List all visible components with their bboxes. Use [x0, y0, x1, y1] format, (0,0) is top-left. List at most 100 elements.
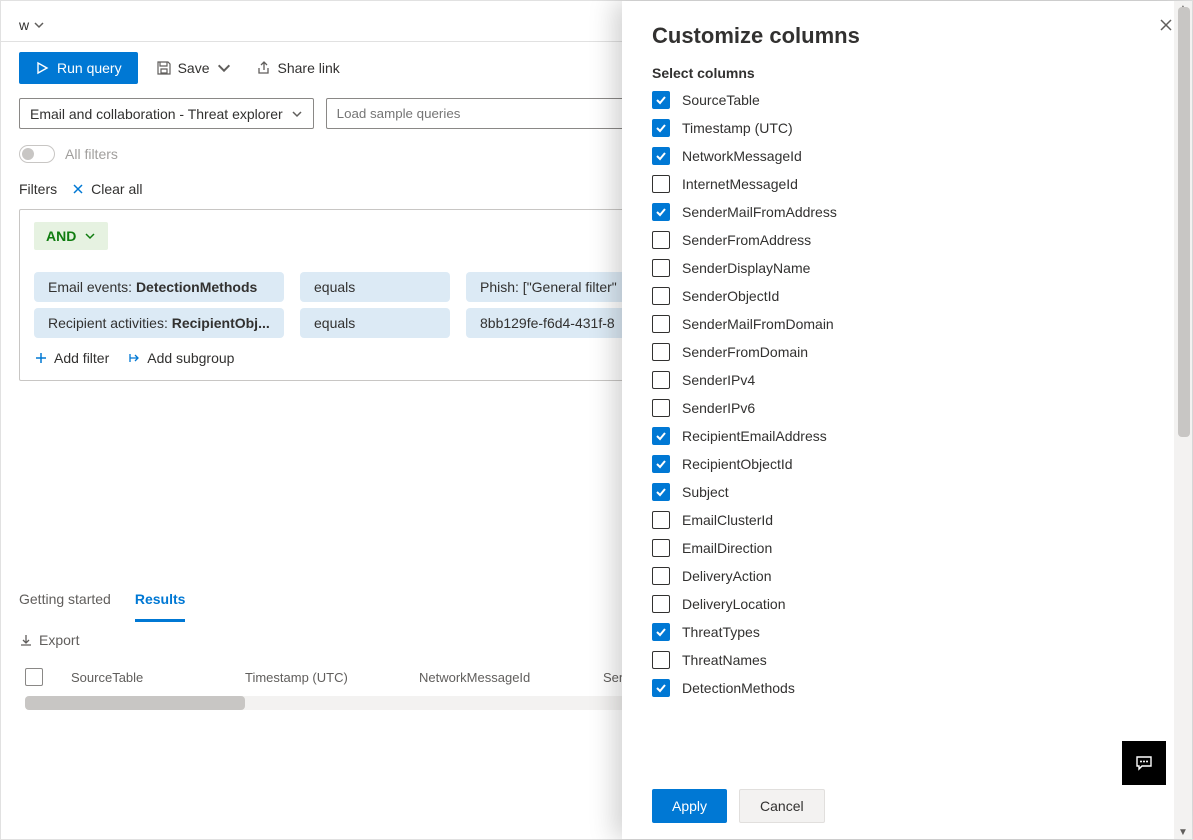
checkbox[interactable] [652, 539, 670, 557]
checkbox[interactable] [652, 595, 670, 613]
checkbox[interactable] [652, 203, 670, 221]
filter-op-pill[interactable]: equals [300, 272, 450, 302]
column-checkbox-row[interactable]: DetectionMethods [652, 679, 1162, 697]
column-checkbox-row[interactable]: SenderIPv4 [652, 371, 1162, 389]
scrollbar-thumb[interactable] [1178, 7, 1190, 437]
column-checkbox-row[interactable]: EmailDirection [652, 539, 1162, 557]
schema-dropdown-label: Email and collaboration - Threat explore… [30, 106, 283, 122]
run-query-button[interactable]: Run query [19, 52, 138, 84]
share-icon [256, 60, 272, 76]
column-label: Subject [682, 484, 729, 500]
chat-icon [1134, 753, 1154, 773]
checkbox[interactable] [652, 175, 670, 193]
column-checkbox-row[interactable]: ThreatNames [652, 651, 1162, 669]
column-label: RecipientObjectId [682, 456, 793, 472]
checkbox[interactable] [652, 679, 670, 697]
column-header-timestamp[interactable]: Timestamp (UTC) [245, 670, 395, 685]
column-checkbox-row[interactable]: ThreatTypes [652, 623, 1162, 641]
chevron-down-icon[interactable] [33, 19, 45, 31]
column-checkbox-row[interactable]: SenderObjectId [652, 287, 1162, 305]
checkbox[interactable] [652, 399, 670, 417]
checkbox[interactable] [652, 231, 670, 249]
share-link-button[interactable]: Share link [250, 56, 346, 80]
checkbox[interactable] [652, 119, 670, 137]
close-panel-button[interactable] [1158, 17, 1174, 36]
checkbox[interactable] [652, 623, 670, 641]
column-label: DetectionMethods [682, 680, 795, 696]
panel-footer: Apply Cancel [652, 771, 1162, 823]
export-button[interactable]: Export [19, 632, 79, 648]
play-icon [35, 61, 49, 75]
and-operator-chip[interactable]: AND [34, 222, 108, 250]
customize-columns-panel: Customize columns Select columns SourceT… [622, 1, 1192, 839]
column-label: SenderMailFromAddress [682, 204, 837, 220]
column-checkbox-row[interactable]: RecipientObjectId [652, 455, 1162, 473]
tab-getting-started[interactable]: Getting started [19, 581, 111, 622]
run-query-label: Run query [57, 60, 122, 76]
checkbox[interactable] [652, 259, 670, 277]
column-header-networkmessageid[interactable]: NetworkMessageId [419, 670, 579, 685]
checkbox[interactable] [652, 371, 670, 389]
column-checkbox-row[interactable]: SenderMailFromAddress [652, 203, 1162, 221]
checkmark-icon [655, 206, 667, 218]
add-subgroup-button[interactable]: Add subgroup [127, 350, 234, 366]
subgroup-icon [127, 351, 141, 365]
checkbox[interactable] [652, 455, 670, 473]
column-checkbox-row[interactable]: DeliveryLocation [652, 595, 1162, 613]
column-checkbox-row[interactable]: SenderMailFromDomain [652, 315, 1162, 333]
column-checkbox-row[interactable]: EmailClusterId [652, 511, 1162, 529]
column-header-sourcetable[interactable]: SourceTable [71, 670, 221, 685]
column-label: SenderIPv4 [682, 372, 755, 388]
checkbox[interactable] [652, 91, 670, 109]
column-checkbox-row[interactable]: SenderFromAddress [652, 231, 1162, 249]
column-checkbox-row[interactable]: Subject [652, 483, 1162, 501]
column-checkbox-row[interactable]: SenderDisplayName [652, 259, 1162, 277]
add-filter-button[interactable]: Add filter [34, 350, 109, 366]
column-checkbox-row[interactable]: Timestamp (UTC) [652, 119, 1162, 137]
column-checkbox-row[interactable]: RecipientEmailAddress [652, 427, 1162, 445]
clear-all-button[interactable]: Clear all [71, 181, 142, 197]
column-label: SenderIPv6 [682, 400, 755, 416]
feedback-fab[interactable] [1122, 741, 1166, 785]
column-checkbox-row[interactable]: InternetMessageId [652, 175, 1162, 193]
filter-category: Recipient activities [48, 315, 164, 331]
checkbox[interactable] [652, 147, 670, 165]
filter-op: equals [314, 279, 355, 295]
checkbox[interactable] [652, 567, 670, 585]
filter-value: Phish: ["General filter" [480, 279, 617, 295]
column-checkbox-row[interactable]: SenderFromDomain [652, 343, 1162, 361]
checkmark-icon [655, 682, 667, 694]
filter-field-pill[interactable]: Email events: DetectionMethods [34, 272, 284, 302]
save-button[interactable]: Save [150, 56, 238, 80]
column-label: SourceTable [682, 92, 760, 108]
checkbox[interactable] [652, 651, 670, 669]
column-checkbox-row[interactable]: DeliveryAction [652, 567, 1162, 585]
checkmark-icon [655, 122, 667, 134]
vertical-scrollbar[interactable]: ▲ ▼ [1174, 1, 1192, 839]
filters-label: Filters [19, 181, 57, 197]
filter-field-pill[interactable]: Recipient activities: RecipientObj... [34, 308, 284, 338]
checkbox[interactable] [652, 483, 670, 501]
checkbox[interactable] [652, 315, 670, 333]
column-label: SenderFromAddress [682, 232, 811, 248]
chevron-down-icon [84, 230, 96, 242]
cancel-button[interactable]: Cancel [739, 789, 825, 823]
filter-op-pill[interactable]: equals [300, 308, 450, 338]
column-checkbox-row[interactable]: NetworkMessageId [652, 147, 1162, 165]
checkbox[interactable] [652, 511, 670, 529]
close-icon [1158, 17, 1174, 33]
column-label: Timestamp (UTC) [682, 120, 793, 136]
all-filters-toggle[interactable] [19, 145, 55, 163]
tab-results[interactable]: Results [135, 581, 186, 622]
column-checkbox-row[interactable]: SourceTable [652, 91, 1162, 109]
checkbox[interactable] [652, 427, 670, 445]
checkbox[interactable] [652, 287, 670, 305]
checkbox[interactable] [652, 343, 670, 361]
filter-category: Email events [48, 279, 128, 295]
scroll-down-arrow[interactable]: ▼ [1178, 827, 1188, 837]
export-label: Export [39, 632, 79, 648]
select-all-checkbox[interactable] [25, 668, 43, 686]
schema-dropdown[interactable]: Email and collaboration - Threat explore… [19, 98, 314, 129]
apply-button[interactable]: Apply [652, 789, 727, 823]
column-checkbox-row[interactable]: SenderIPv6 [652, 399, 1162, 417]
